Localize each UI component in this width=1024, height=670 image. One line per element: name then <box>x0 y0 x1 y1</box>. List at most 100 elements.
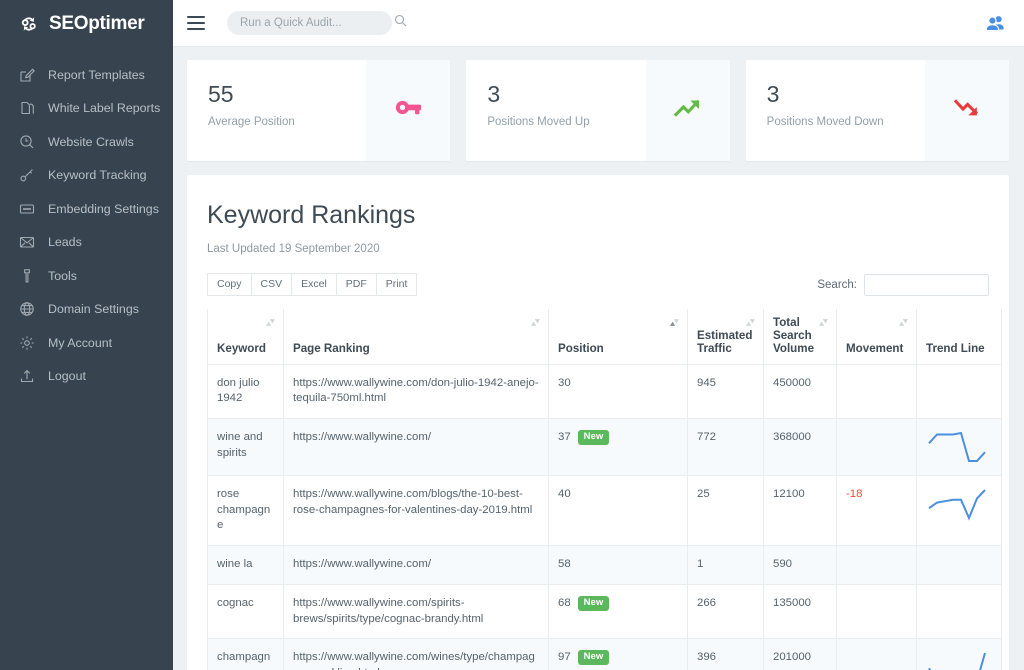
sort-icon-active[interactable] <box>670 316 679 332</box>
cell-trend-line <box>917 364 1002 418</box>
sidebar-item-leads[interactable]: Leads <box>0 226 173 260</box>
sidebar: SEOptimer Report Templates White Label R… <box>0 0 173 670</box>
table-toolbar: Copy CSV Excel PDF Print Search: <box>207 273 989 296</box>
table-row[interactable]: rose champagnehttps://www.wallywine.com/… <box>208 475 1002 545</box>
cell-estimated-traffic: 1 <box>688 546 764 585</box>
sparkline-chart <box>926 650 988 670</box>
column-header-movement[interactable]: Movement <box>837 309 917 364</box>
sidebar-item-my-account[interactable]: My Account <box>0 326 173 360</box>
sidebar-item-label: My Account <box>48 336 112 350</box>
table-row[interactable]: wine and spiritshttps://www.wallywine.co… <box>208 418 1002 475</box>
copy-documents-icon <box>19 100 35 116</box>
cell-total-search-volume: 12100 <box>764 475 837 545</box>
table-search-label: Search: <box>817 279 857 291</box>
page-title: Keyword Rankings <box>207 201 989 230</box>
sidebar-item-domain-settings[interactable]: Domain Settings <box>0 293 173 327</box>
cell-estimated-traffic: 25 <box>688 475 764 545</box>
column-label: Movement <box>846 342 903 355</box>
column-header-position[interactable]: Position <box>549 309 688 364</box>
cell-estimated-traffic: 772 <box>688 418 764 475</box>
cell-position: 30 <box>549 364 688 418</box>
stat-value: 55 <box>208 82 366 107</box>
sparkline-chart <box>926 487 988 521</box>
app-root: SEOptimer Report Templates White Label R… <box>0 0 1024 670</box>
column-header-page-ranking[interactable]: Page Ranking <box>284 309 549 364</box>
sidebar-item-report-templates[interactable]: Report Templates <box>0 58 173 92</box>
trend-down-icon <box>950 91 984 130</box>
key-icon <box>391 91 425 130</box>
hamburger-icon[interactable] <box>187 16 205 30</box>
sidebar-item-label: Logout <box>48 369 86 383</box>
sort-icon[interactable] <box>746 316 755 332</box>
position-wrap: 68New <box>558 596 678 612</box>
column-label: Position <box>558 342 604 355</box>
sort-icon[interactable] <box>531 316 540 332</box>
cell-page-ranking: https://www.wallywine.com/ <box>284 546 549 585</box>
cell-estimated-traffic: 266 <box>688 584 764 638</box>
sidebar-item-tools[interactable]: Tools <box>0 259 173 293</box>
position-wrap: 37New <box>558 430 678 446</box>
content: 55 Average Position <box>173 47 1024 670</box>
table-row[interactable]: champagnehttps://www.wallywine.com/wines… <box>208 639 1002 670</box>
sidebar-item-keyword-tracking[interactable]: Keyword Tracking <box>0 159 173 193</box>
sort-icon[interactable] <box>266 316 275 332</box>
cell-keyword: rose champagne <box>208 475 284 545</box>
logout-upload-icon <box>19 368 35 384</box>
globe-icon <box>19 301 35 317</box>
table-row[interactable]: wine lahttps://www.wallywine.com/581590 <box>208 546 1002 585</box>
table-row[interactable]: don julio 1942https://www.wallywine.com/… <box>208 364 1002 418</box>
column-label: Total Search Volume <box>773 316 814 355</box>
sidebar-item-white-label-reports[interactable]: White Label Reports <box>0 92 173 126</box>
search-icon[interactable] <box>394 14 407 32</box>
table-header-row: Keyword Page Ranking <box>208 309 1002 364</box>
cell-page-ranking: https://www.wallywine.com/spirits-brews/… <box>284 584 549 638</box>
brand-logo[interactable]: SEOptimer <box>0 0 173 48</box>
csv-button[interactable]: CSV <box>251 273 293 296</box>
excel-button[interactable]: Excel <box>291 273 337 296</box>
cell-keyword: don julio 1942 <box>208 364 284 418</box>
sidebar-item-logout[interactable]: Logout <box>0 360 173 394</box>
key-line-icon <box>19 167 35 183</box>
table-search-input[interactable] <box>864 274 989 296</box>
pencil-square-icon <box>19 67 35 83</box>
quick-audit-input[interactable] <box>240 17 394 29</box>
cell-movement <box>837 364 917 418</box>
users-icon[interactable] <box>984 12 1006 34</box>
table-head: Keyword Page Ranking <box>208 309 1002 364</box>
cell-estimated-traffic: 396 <box>688 639 764 670</box>
cell-position: 58 <box>549 546 688 585</box>
sidebar-item-embedding-settings[interactable]: Embedding Settings <box>0 192 173 226</box>
pdf-button[interactable]: PDF <box>336 273 377 296</box>
export-button-group: Copy CSV Excel PDF Print <box>207 273 416 296</box>
column-header-estimated-traffic[interactable]: Estimated Traffic <box>688 309 764 364</box>
position-value: 58 <box>558 557 571 573</box>
column-header-trend-line: Trend Line <box>917 309 1002 364</box>
position-value: 68 <box>558 596 571 612</box>
position-wrap: 58 <box>558 557 678 573</box>
cell-page-ranking: https://www.wallywine.com/don-julio-1942… <box>284 364 549 418</box>
last-updated-text: Last Updated 19 September 2020 <box>207 243 989 255</box>
quick-audit-box[interactable] <box>227 11 392 35</box>
sort-icon[interactable] <box>819 316 828 332</box>
sidebar-nav: Report Templates White Label Reports Web… <box>0 58 173 393</box>
column-header-keyword[interactable]: Keyword <box>208 309 284 364</box>
stat-card-average-position: 55 Average Position <box>187 60 450 161</box>
sort-icon[interactable] <box>899 316 908 332</box>
stat-card-body: 3 Positions Moved Up <box>466 60 645 161</box>
copy-button[interactable]: Copy <box>207 273 252 296</box>
cell-trend-line <box>917 639 1002 670</box>
cell-position: 97New <box>549 639 688 670</box>
cell-trend-line <box>917 475 1002 545</box>
search-circle-icon <box>19 134 35 150</box>
print-button[interactable]: Print <box>376 273 418 296</box>
sidebar-item-label: Website Crawls <box>48 135 134 149</box>
stat-label: Positions Moved Up <box>487 116 645 128</box>
sidebar-item-website-crawls[interactable]: Website Crawls <box>0 125 173 159</box>
stat-value: 3 <box>767 82 925 107</box>
cell-total-search-volume: 368000 <box>764 418 837 475</box>
cell-total-search-volume: 450000 <box>764 364 837 418</box>
table-row[interactable]: cognachttps://www.wallywine.com/spirits-… <box>208 584 1002 638</box>
stat-card-positions-moved-up: 3 Positions Moved Up <box>466 60 729 161</box>
column-label: Page Ranking <box>293 342 370 355</box>
column-header-total-search-volume[interactable]: Total Search Volume <box>764 309 837 364</box>
